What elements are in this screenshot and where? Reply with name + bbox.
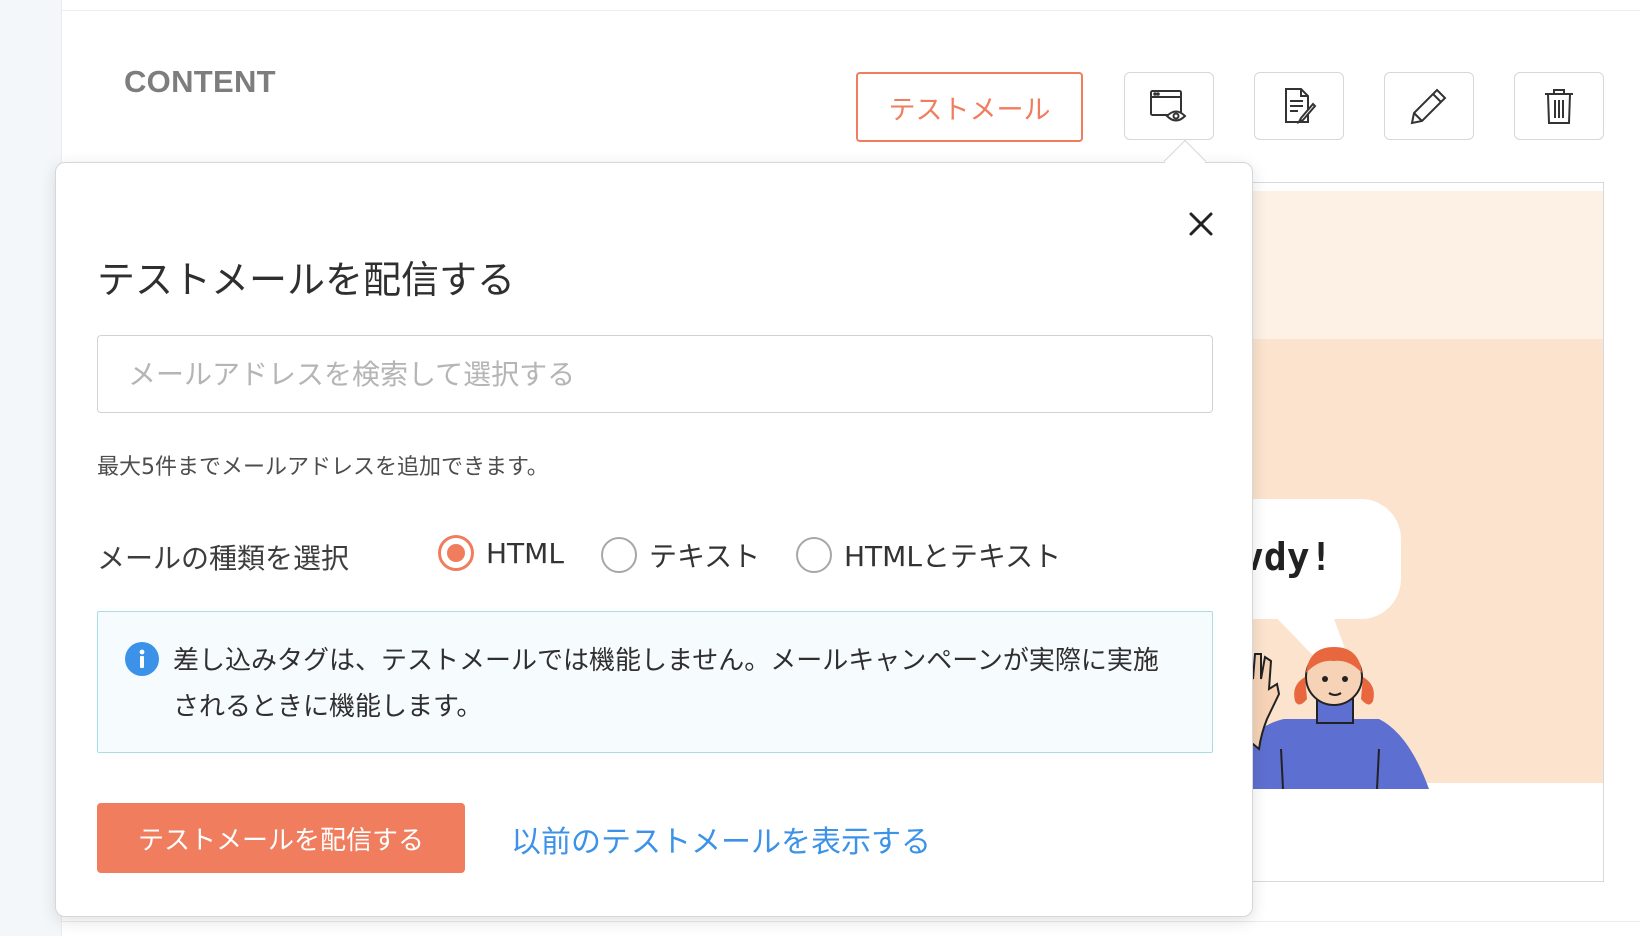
radio-html-and-text[interactable]: HTMLとテキスト [796, 535, 1061, 575]
source-edit-button[interactable] [1254, 72, 1344, 140]
bottom-divider [62, 921, 1640, 922]
send-test-mail-button[interactable]: テストメールを配信する [97, 803, 465, 873]
radio-unselected-icon [601, 537, 637, 573]
preview-header-band [1201, 191, 1603, 339]
section-title: CONTENT [124, 64, 276, 99]
info-message: 差し込みタグは、テストメールでは機能しません。メールキャンペーンが実際に実施され… [173, 646, 1159, 722]
mail-type-label: メールの種類を選択 [97, 542, 350, 575]
close-button[interactable] [1182, 205, 1220, 243]
trash-icon [1545, 89, 1573, 124]
radio-text-label: テキスト [649, 540, 761, 573]
preview-icon [1150, 90, 1187, 122]
popover-title: テストメールを配信する [97, 258, 516, 302]
email-preview: vdy! [1200, 182, 1604, 882]
info-icon [125, 642, 159, 676]
email-search-input[interactable] [97, 335, 1213, 413]
close-icon [1189, 212, 1213, 236]
email-limit-hint: 最大5件までメールアドレスを追加できます。 [97, 455, 549, 480]
previous-test-mails-link[interactable]: 以前のテストメールを表示する [511, 817, 931, 861]
top-divider [62, 10, 1640, 11]
radio-html-and-text-label: HTMLとテキスト [844, 540, 1062, 573]
radio-unselected-icon [796, 537, 832, 573]
edit-button[interactable] [1384, 72, 1474, 140]
radio-html[interactable]: HTML [438, 535, 564, 571]
preview-button[interactable] [1124, 72, 1214, 140]
pencil-icon [1410, 88, 1447, 125]
test-mail-popover: テストメールを配信する 最大5件までメールアドレスを追加できます。 メールの種類… [55, 162, 1253, 917]
radio-html-label: HTML [486, 536, 564, 570]
delete-button[interactable] [1514, 72, 1604, 140]
radio-text[interactable]: テキスト [601, 535, 760, 575]
test-mail-button[interactable]: テストメール [856, 72, 1083, 142]
girl-illustration [1229, 647, 1429, 789]
merge-tag-info-box: 差し込みタグは、テストメールでは機能しません。メールキャンペーンが実際に実施され… [97, 611, 1213, 753]
radio-selected-icon [438, 535, 474, 571]
left-rail [0, 0, 62, 936]
bubble-text: vdy! [1241, 535, 1333, 579]
source-edit-icon [1285, 88, 1317, 125]
